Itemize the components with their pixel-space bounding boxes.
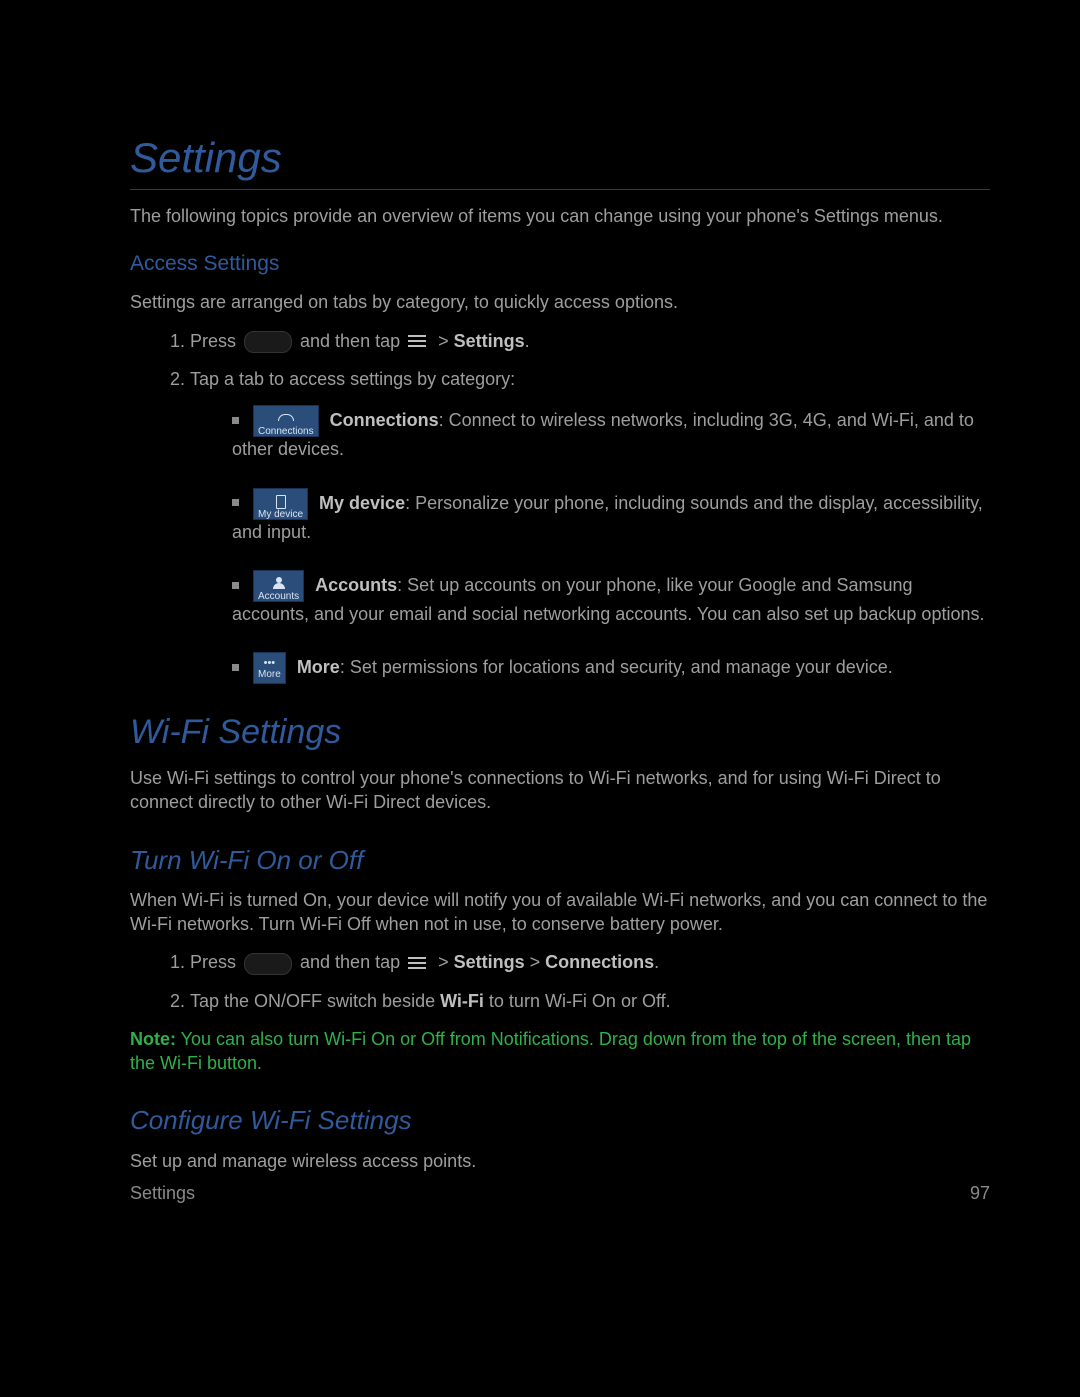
home-button-icon (244, 953, 292, 975)
text: Tap a tab to access settings by category… (190, 369, 515, 389)
more-tab-icon: •••More (253, 652, 286, 684)
connections-bold: Connections (330, 410, 439, 430)
wifi-settings-intro: Use Wi-Fi settings to control your phone… (130, 766, 990, 815)
turn-wifi-step-1: Press and then tap > Settings > Connecti… (190, 950, 990, 974)
connections-bold: Connections (545, 952, 654, 972)
tab-item-mydevice: My device My device: Personalize your ph… (232, 488, 990, 544)
note-label: Note: (130, 1029, 176, 1049)
turn-wifi-heading: Turn Wi-Fi On or Off (130, 843, 990, 878)
text: > (433, 952, 454, 972)
configure-wifi-heading: Configure Wi-Fi Settings (130, 1103, 990, 1138)
text: > (525, 952, 546, 972)
turn-wifi-intro: When Wi-Fi is turned On, your device wil… (130, 888, 990, 937)
accounts-tab-icon: Accounts (253, 570, 304, 602)
access-settings-heading: Access Settings (130, 250, 990, 278)
footer-left: Settings (130, 1181, 195, 1205)
access-settings-intro: Settings are arranged on tabs by categor… (130, 290, 990, 314)
tab-item-accounts: Accounts Accounts: Set up accounts on yo… (232, 570, 990, 626)
text: . (654, 952, 659, 972)
more-bold: More (297, 657, 340, 677)
intro-text: The following topics provide an overview… (130, 204, 990, 228)
settings-bold: Settings (454, 952, 525, 972)
menu-icon (408, 956, 430, 972)
bullet-icon (232, 664, 239, 671)
bullet-icon (232, 417, 239, 424)
connections-tab-icon: Connections (253, 405, 319, 437)
turn-wifi-step-2: Tap the ON/OFF switch beside Wi-Fi to tu… (190, 989, 990, 1013)
wifi-settings-heading: Wi-Fi Settings (130, 710, 990, 756)
wifi-bold: Wi-Fi (440, 991, 484, 1011)
bullet-icon (232, 582, 239, 589)
page-footer: Settings 97 (130, 1181, 990, 1205)
mydevice-bold: My device (319, 492, 405, 512)
footer-page-number: 97 (970, 1181, 990, 1205)
menu-icon (408, 334, 430, 350)
mydevice-tab-icon: My device (253, 488, 308, 520)
tab-item-more: •••More More: Set permissions for locati… (232, 652, 990, 684)
text: . (525, 331, 530, 351)
wifi-note: Note: You can also turn Wi-Fi On or Off … (130, 1027, 990, 1076)
page-title: Settings (130, 130, 990, 190)
text: Press (190, 331, 241, 351)
access-step-1: Press and then tap > Settings. (190, 329, 990, 353)
access-step-2: Tap a tab to access settings by category… (190, 367, 990, 684)
accounts-bold: Accounts (315, 575, 397, 595)
text: Press (190, 952, 241, 972)
tab-item-connections: Connections Connections: Connect to wire… (232, 405, 990, 461)
home-button-icon (244, 331, 292, 353)
note-text: You can also turn Wi-Fi On or Off from N… (130, 1029, 971, 1073)
bullet-icon (232, 499, 239, 506)
text: > (433, 331, 454, 351)
settings-bold: Settings (454, 331, 525, 351)
text: to turn Wi-Fi On or Off. (484, 991, 671, 1011)
more-desc: : Set permissions for locations and secu… (340, 657, 893, 677)
text: Tap the ON/OFF switch beside (190, 991, 440, 1011)
configure-wifi-intro: Set up and manage wireless access points… (130, 1149, 990, 1173)
text: and then tap (295, 331, 405, 351)
text: and then tap (295, 952, 405, 972)
